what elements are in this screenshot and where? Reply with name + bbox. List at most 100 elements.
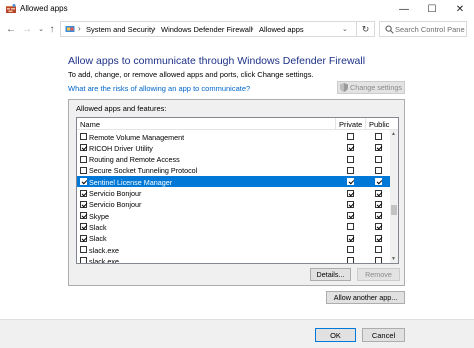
list-header: Name Private Public (77, 118, 398, 130)
app-enabled-checkbox[interactable] (80, 189, 87, 197)
breadcrumb-separator: › (153, 24, 156, 33)
app-row[interactable]: Sentinel License Manager (77, 176, 390, 188)
risks-link[interactable]: What are the risks of allowing an app to… (68, 84, 250, 93)
public-checkbox[interactable] (375, 144, 382, 152)
public-checkbox[interactable] (375, 223, 382, 231)
private-checkbox[interactable] (347, 144, 354, 152)
private-checkbox[interactable] (347, 178, 354, 186)
refresh-button[interactable]: ↻ (357, 21, 375, 37)
scroll-up-icon[interactable]: ▲ (391, 131, 396, 137)
app-row[interactable]: Routing and Remote Access (77, 154, 390, 165)
scroll-down-icon[interactable]: ▼ (391, 256, 396, 262)
app-name: RICOH Driver Utility (89, 143, 153, 153)
up-button[interactable]: ↑ (45, 22, 59, 36)
address-dropdown-icon[interactable]: ⌄ (342, 25, 348, 33)
public-checkbox[interactable] (375, 246, 382, 253)
allowed-apps-list[interactable]: Name Private Public Remote Volume Manage… (76, 117, 399, 264)
column-header-name[interactable]: Name (80, 120, 100, 129)
change-settings-label: Change settings (350, 83, 402, 92)
private-checkbox[interactable] (347, 212, 354, 220)
remove-button[interactable]: Remove (357, 268, 400, 281)
app-name: slack.exe (89, 245, 119, 255)
public-checkbox[interactable] (375, 212, 382, 220)
list-scrollbar[interactable]: ▲ ▼ (390, 130, 398, 263)
breadcrumb-system-security[interactable]: System and Security (86, 25, 155, 34)
public-checkbox[interactable] (375, 189, 382, 197)
search-icon (385, 25, 394, 34)
app-name: Remote Volume Management (89, 132, 185, 142)
app-name: Secure Socket Tunneling Protocol (89, 166, 198, 176)
minimize-button[interactable]: — (390, 0, 418, 18)
breadcrumb-firewall[interactable]: Windows Defender Firewall (161, 25, 252, 34)
address-field[interactable]: › System and Security › Windows Defender… (60, 21, 357, 37)
public-checkbox[interactable] (375, 234, 382, 242)
allowed-apps-label: Allowed apps and features: (76, 104, 167, 113)
app-row[interactable]: Skype (77, 210, 390, 221)
private-checkbox[interactable] (347, 166, 354, 174)
column-header-private[interactable]: Private (339, 120, 362, 129)
app-name: Routing and Remote Access (89, 155, 180, 165)
app-row[interactable]: slack.exe (77, 255, 390, 263)
private-checkbox[interactable] (347, 155, 354, 163)
app-row[interactable]: Slack (77, 221, 390, 232)
details-button[interactable]: Details... (310, 268, 351, 281)
address-bar: ← → ⌄ ↑ › System and Security › Windows … (0, 18, 474, 40)
app-enabled-checkbox[interactable] (80, 166, 87, 174)
public-checkbox[interactable] (375, 200, 382, 208)
search-input[interactable] (395, 23, 465, 35)
uac-shield-icon (340, 83, 349, 92)
private-checkbox[interactable] (347, 200, 354, 208)
public-checkbox[interactable] (375, 166, 382, 174)
app-row[interactable]: slack.exe (77, 244, 390, 255)
private-checkbox[interactable] (347, 133, 354, 140)
breadcrumb-allowed-apps[interactable]: Allowed apps (259, 25, 304, 34)
app-enabled-checkbox[interactable] (80, 133, 87, 140)
back-button[interactable]: ← (4, 22, 18, 36)
window-title: Allowed apps (20, 4, 68, 13)
change-settings-button[interactable]: Change settings (337, 81, 405, 94)
public-checkbox[interactable] (375, 257, 382, 263)
app-row[interactable]: RICOH Driver Utility (77, 142, 390, 153)
app-name: Sentinel License Manager (89, 177, 173, 187)
public-checkbox[interactable] (375, 155, 382, 163)
public-checkbox[interactable] (375, 178, 382, 186)
app-enabled-checkbox[interactable] (80, 234, 87, 242)
app-row[interactable]: Servicio Bonjour (77, 188, 390, 199)
scroll-thumb[interactable] (391, 205, 397, 215)
private-checkbox[interactable] (347, 257, 354, 263)
private-checkbox[interactable] (347, 189, 354, 197)
column-divider (365, 118, 366, 130)
app-enabled-checkbox[interactable] (80, 144, 87, 152)
app-row[interactable]: Slack (77, 233, 390, 244)
app-enabled-checkbox[interactable] (80, 200, 87, 208)
app-name: Slack (89, 222, 107, 232)
private-checkbox[interactable] (347, 246, 354, 253)
app-enabled-checkbox[interactable] (80, 257, 87, 263)
private-checkbox[interactable] (347, 223, 354, 231)
close-button[interactable]: ✕ (446, 0, 474, 18)
app-name: Slack (89, 234, 107, 244)
app-row[interactable]: Secure Socket Tunneling Protocol (77, 165, 390, 176)
page-subheading: To add, change, or remove allowed apps a… (68, 70, 314, 79)
app-enabled-checkbox[interactable] (80, 246, 87, 253)
column-header-public[interactable]: Public (369, 120, 389, 129)
search-field[interactable] (379, 21, 467, 37)
app-enabled-checkbox[interactable] (80, 223, 87, 231)
cancel-button[interactable]: Cancel (362, 328, 405, 342)
app-row[interactable]: Servicio Bonjour (77, 199, 390, 210)
allow-another-app-button[interactable]: Allow another app... (326, 291, 405, 304)
page-heading: Allow apps to communicate through Window… (68, 55, 366, 67)
app-enabled-checkbox[interactable] (80, 212, 87, 220)
forward-button[interactable]: → (20, 22, 34, 36)
app-enabled-checkbox[interactable] (80, 155, 87, 163)
breadcrumb-separator: › (78, 24, 81, 33)
public-checkbox[interactable] (375, 133, 382, 140)
private-checkbox[interactable] (347, 234, 354, 242)
dialog-footer: OK Cancel (0, 319, 474, 348)
column-divider (335, 118, 336, 130)
breadcrumb-separator: › (251, 24, 254, 33)
ok-button[interactable]: OK (315, 328, 356, 342)
app-row[interactable]: Remote Volume Management (77, 131, 390, 142)
maximize-button[interactable]: ☐ (418, 0, 446, 18)
app-enabled-checkbox[interactable] (80, 178, 87, 186)
